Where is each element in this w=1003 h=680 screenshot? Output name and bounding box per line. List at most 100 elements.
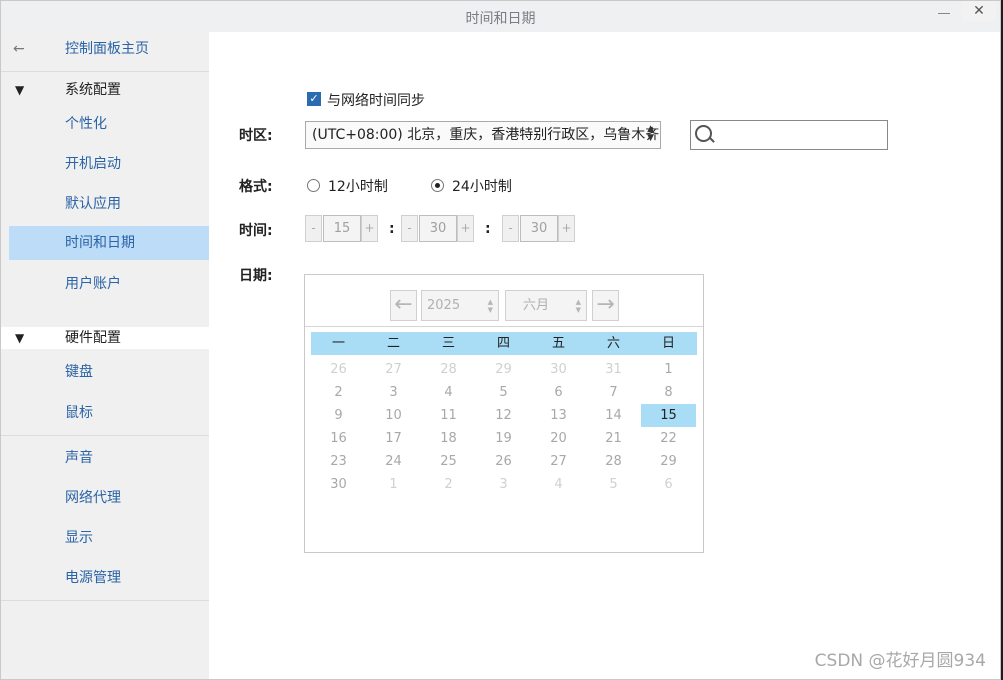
calendar-day[interactable]: 4	[531, 473, 586, 496]
calendar-day[interactable]: 17	[366, 427, 421, 450]
time-date-window: 时间和日期 ✕ ← 控制面板主页 ▼ 系统配置 个性化 开机启动 默认应用 时间…	[0, 0, 1001, 680]
sidebar-item-label: 默认应用	[65, 196, 121, 212]
sidebar-item-display[interactable]: 显示	[1, 521, 209, 555]
sidebar-item-network-proxy[interactable]: 网络代理	[1, 481, 209, 515]
calendar-day[interactable]: 7	[586, 381, 641, 404]
calendar-day[interactable]: 22	[641, 427, 696, 450]
spin-arrows-icon: ▲ ▼	[487, 298, 493, 314]
sidebar-item-user-accounts[interactable]: 用户账户	[1, 267, 209, 301]
second-value[interactable]: 30	[520, 215, 558, 242]
calendar-day[interactable]: 27	[531, 450, 586, 473]
calendar-day[interactable]: 10	[366, 404, 421, 427]
weekday-label: 四	[496, 336, 510, 351]
minimize-button[interactable]	[936, 5, 952, 21]
hour-increment-button[interactable]: +	[361, 215, 378, 242]
calendar-day[interactable]: 14	[586, 404, 641, 427]
group-label: 硬件配置	[65, 330, 121, 346]
calendar-day[interactable]: 16	[311, 427, 366, 450]
prev-month-button[interactable]: ←	[390, 290, 417, 321]
sidebar-group-system[interactable]: ▼ 系统配置	[1, 73, 209, 107]
minute-value[interactable]: 30	[419, 215, 457, 242]
weekday-label: 二	[386, 336, 400, 351]
calendar: ← 2025 ▲ ▼ 六月 ▲ ▼ → 一二三四五六日 26 27 28 29 30 31 1 2…	[304, 274, 704, 553]
calendar-day[interactable]: 28	[421, 358, 476, 381]
calendar-day[interactable]: 6	[531, 381, 586, 404]
sidebar-item-startup[interactable]: 开机启动	[1, 147, 209, 181]
sync-label: 与网络时间同步	[327, 93, 425, 109]
sidebar-item-mouse[interactable]: 鼠标	[1, 396, 209, 430]
calendar-day[interactable]: 5	[586, 473, 641, 496]
network-sync-checkbox[interactable]: ✓ 与网络时间同步	[307, 90, 425, 110]
sidebar-item-label: 电源管理	[65, 570, 121, 586]
checkbox-check-icon[interactable]: ✓	[307, 92, 321, 106]
calendar-day[interactable]: 13	[531, 404, 586, 427]
calendar-day[interactable]: 26	[476, 450, 531, 473]
second-increment-button[interactable]: +	[558, 215, 575, 242]
sidebar-item-personalize[interactable]: 个性化	[1, 107, 209, 141]
calendar-day[interactable]: 15	[641, 404, 696, 427]
sidebar-item-time-date[interactable]: 时间和日期	[9, 226, 209, 260]
calendar-day[interactable]: 8	[641, 381, 696, 404]
close-button[interactable]: ✕	[962, 1, 996, 21]
calendar-day[interactable]: 11	[421, 404, 476, 427]
divider	[1, 435, 209, 436]
calendar-day[interactable]: 9	[311, 404, 366, 427]
radio-on-icon[interactable]	[431, 178, 444, 192]
calendar-day[interactable]: 31	[586, 358, 641, 381]
calendar-day[interactable]: 19	[476, 427, 531, 450]
radio-label: 24小时制	[452, 179, 512, 195]
group-label: 系统配置	[65, 82, 121, 98]
second-decrement-button[interactable]: -	[502, 215, 519, 242]
hour-value[interactable]: 15	[323, 215, 361, 242]
calendar-day[interactable]: 25	[421, 450, 476, 473]
weekday-label: 三	[441, 336, 455, 351]
sidebar: ← 控制面板主页 ▼ 系统配置 个性化 开机启动 默认应用 时间和日期 用户账户…	[1, 32, 209, 679]
minute-decrement-button[interactable]: -	[401, 215, 418, 242]
calendar-day[interactable]: 1	[366, 473, 421, 496]
sidebar-item-power[interactable]: 电源管理	[1, 561, 209, 595]
calendar-day[interactable]: 23	[311, 450, 366, 473]
collapse-triangle-icon: ▼	[15, 331, 25, 345]
sidebar-item-default-apps[interactable]: 默认应用	[1, 187, 209, 221]
next-month-button[interactable]: →	[592, 290, 619, 321]
radio-12-hour[interactable]: 12小时制	[307, 176, 388, 196]
sidebar-group-hardware[interactable]: ▼ 硬件配置	[1, 321, 209, 355]
calendar-day[interactable]: 3	[366, 381, 421, 404]
calendar-day[interactable]: 30	[531, 358, 586, 381]
sidebar-item-label: 用户账户	[65, 276, 121, 292]
calendar-day[interactable]: 26	[311, 358, 366, 381]
calendar-day[interactable]: 28	[586, 450, 641, 473]
calendar-day[interactable]: 6	[641, 473, 696, 496]
calendar-day[interactable]: 2	[311, 381, 366, 404]
calendar-nav: ← 2025 ▲ ▼ 六月 ▲ ▼ →	[305, 275, 703, 326]
calendar-day[interactable]: 20	[531, 427, 586, 450]
year-value: 2025	[427, 298, 461, 313]
calendar-day[interactable]: 1	[641, 358, 696, 381]
calendar-day[interactable]: 18	[421, 427, 476, 450]
radio-off-icon[interactable]	[307, 178, 320, 192]
divider	[1, 600, 209, 601]
hour-decrement-button[interactable]: -	[305, 215, 322, 242]
calendar-day[interactable]: 21	[586, 427, 641, 450]
radio-24-hour[interactable]: 24小时制	[431, 176, 512, 196]
calendar-day[interactable]: 24	[366, 450, 421, 473]
calendar-day[interactable]: 12	[476, 404, 531, 427]
calendar-day[interactable]: 29	[476, 358, 531, 381]
sidebar-item-keyboard[interactable]: 键盘	[1, 355, 209, 389]
calendar-day[interactable]: 3	[476, 473, 531, 496]
sidebar-item-home[interactable]: ← 控制面板主页	[1, 32, 209, 66]
month-select[interactable]: 六月 ▲ ▼	[505, 290, 587, 321]
timezone-select[interactable]: (UTC+08:00) 北京，重庆，香港特别行政区，乌鲁木齐 ▲ ▼	[305, 121, 661, 149]
timezone-search-input[interactable]	[690, 120, 888, 150]
sidebar-item-sound[interactable]: 声音	[1, 441, 209, 475]
minute-increment-button[interactable]: +	[457, 215, 474, 242]
calendar-day[interactable]: 4	[421, 381, 476, 404]
calendar-day[interactable]: 30	[311, 473, 366, 496]
calendar-day[interactable]: 29	[641, 450, 696, 473]
calendar-day[interactable]: 5	[476, 381, 531, 404]
sidebar-item-label: 显示	[65, 530, 93, 546]
calendar-day[interactable]: 2	[421, 473, 476, 496]
year-select[interactable]: 2025 ▲ ▼	[421, 290, 499, 321]
calendar-day[interactable]: 27	[366, 358, 421, 381]
dropdown-arrows-icon: ▲ ▼	[647, 124, 654, 143]
